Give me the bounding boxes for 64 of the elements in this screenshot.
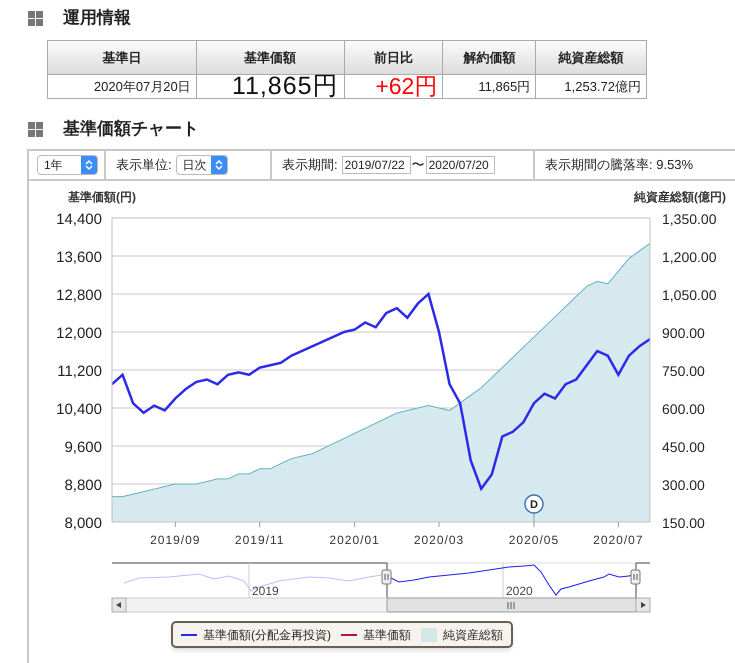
date-field[interactable]: 2020/07/20 <box>426 156 495 174</box>
table-cell-text: 2020年07月20日 <box>92 78 192 96</box>
navigator-year-label: 2019 <box>252 584 279 598</box>
x-tick-label: 2020/07 <box>593 533 644 547</box>
tilde-separator: 〜 <box>412 156 425 174</box>
y-tick-label: 900.00 <box>662 325 705 341</box>
legend-line-swatch <box>341 634 357 636</box>
y-tick-label: 450.00 <box>662 439 705 455</box>
grid-icon <box>28 10 43 26</box>
y-tick-label: 10,400 <box>56 401 102 418</box>
y-tick-label: 600.00 <box>662 401 705 417</box>
y-axis-title: 基準価額(円) <box>68 190 136 204</box>
range-handle[interactable] <box>630 570 640 584</box>
table-cell: 11,865円 <box>196 75 344 98</box>
dropdown[interactable]: 日次 <box>176 155 228 175</box>
legend-label: 基準価額(分配金再投資) <box>203 626 331 644</box>
chevron-updown-icon <box>214 159 223 171</box>
y-tick-label: 12,000 <box>56 325 102 342</box>
x-tick-label: 2020/01 <box>329 533 380 547</box>
scroll-right-button[interactable] <box>636 598 650 612</box>
x-tick-label: 2019/11 <box>234 533 284 547</box>
date-field[interactable]: 2019/07/22 <box>342 156 411 174</box>
grid-icon <box>28 122 43 136</box>
section-title: 運用情報 <box>63 7 131 30</box>
range-handle[interactable] <box>382 570 392 584</box>
column-header: 解約価額 <box>442 41 536 74</box>
x-tick-label: 2019/09 <box>150 533 200 547</box>
section-title: 基準価額チャート <box>63 118 199 140</box>
y-tick-label: 1,050.00 <box>662 287 716 303</box>
y-tick-label: 14,400 <box>56 211 102 228</box>
y-tick-label: 8,000 <box>64 515 102 532</box>
table-cell: 1,253.72億円 <box>535 75 646 98</box>
y-tick-label: 300.00 <box>662 477 705 493</box>
y-tick-label: 11,200 <box>57 363 102 380</box>
navigator-year-label: 2020 <box>506 584 533 598</box>
table-cell: +62円 <box>344 75 442 98</box>
column-header: 前日比 <box>344 41 442 74</box>
legend-label: 純資産総額 <box>443 626 503 644</box>
y-tick-label: 8,800 <box>64 477 102 494</box>
period-label: 表示期間: <box>282 156 338 174</box>
column-header: 基準日 <box>48 41 196 74</box>
annotation: D <box>530 499 538 511</box>
y-tick-label: 750.00 <box>662 363 705 379</box>
legend-area-swatch <box>421 628 437 642</box>
column-header: 基準価額 <box>196 41 344 74</box>
scrollbar-thumb[interactable] <box>386 598 636 612</box>
legend-line-swatch <box>181 634 197 636</box>
unit-label: 表示単位: <box>116 156 172 174</box>
y-tick-label: 150.00 <box>662 515 705 531</box>
dropdown[interactable]: 1年 <box>37 155 98 175</box>
chevron-updown-icon <box>85 159 93 171</box>
legend-label: 基準価額 <box>363 626 411 644</box>
period-change-rate: 表示期間の騰落率: 9.53% <box>545 156 694 174</box>
x-tick-label: 2020/05 <box>508 533 560 547</box>
table-cell: 11,865円 <box>442 75 536 98</box>
y-tick-label: 1,350.00 <box>662 211 716 227</box>
y-tick-label: 1,200.00 <box>662 249 716 265</box>
x-tick-label: 2020/03 <box>414 533 464 547</box>
y-tick-label: 12,800 <box>56 287 102 304</box>
scroll-left-button[interactable] <box>112 598 126 612</box>
y-tick-label: 13,600 <box>56 249 102 266</box>
y-axis-title: 純資産総額(億円) <box>634 190 726 204</box>
y-tick-label: 9,600 <box>64 439 102 456</box>
column-header: 純資産総額 <box>535 41 646 74</box>
